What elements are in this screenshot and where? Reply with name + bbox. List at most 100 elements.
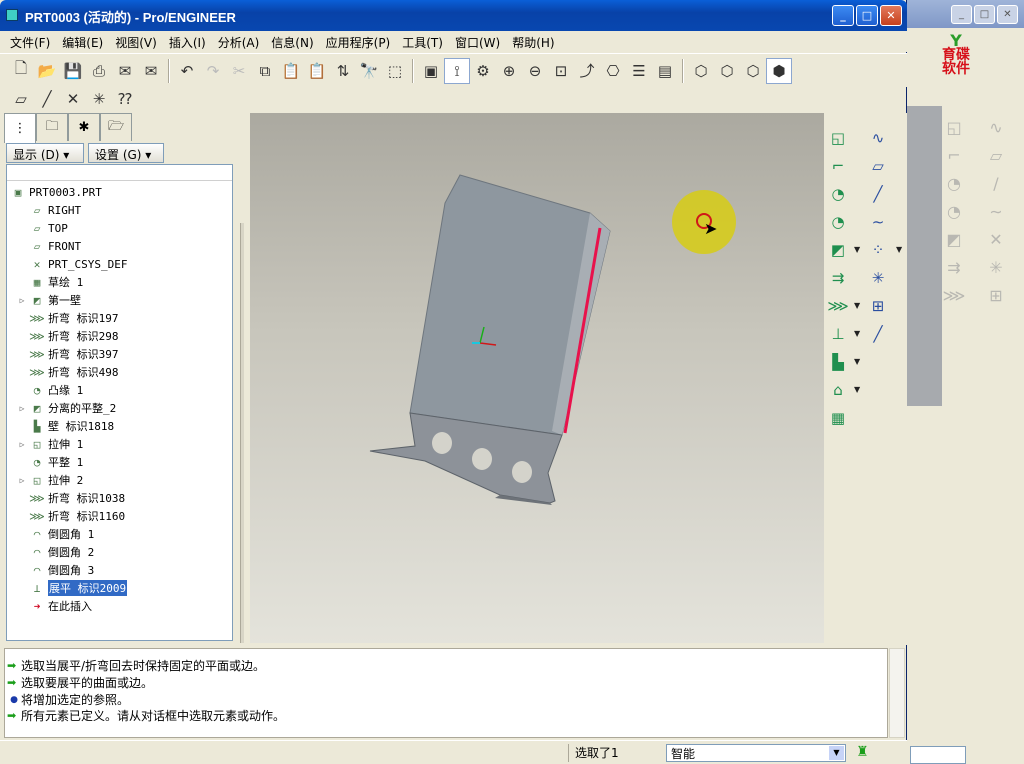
extend-icon[interactable]: ◔: [826, 211, 850, 233]
message-scrollbar[interactable]: [889, 648, 905, 738]
menu-analysis[interactable]: 分析(A): [212, 31, 266, 52]
navigator-splitter[interactable]: [236, 113, 248, 645]
tree-item[interactable]: ◠ 倒圆角 1: [17, 525, 95, 543]
tree-item[interactable]: ⊥ 展平 标识2009: [17, 579, 128, 597]
menu-tools[interactable]: 工具(T): [396, 31, 449, 52]
tab-connections[interactable]: 🗁: [100, 113, 132, 141]
analysis-icon[interactable]: ⊞: [866, 295, 890, 317]
refit-icon[interactable]: ⊡: [548, 58, 574, 84]
menu-insert[interactable]: 插入(I): [163, 31, 212, 52]
flat-pattern-icon[interactable]: ▦: [826, 407, 850, 429]
saved-views-icon[interactable]: ⎔: [600, 58, 626, 84]
maximize-icon[interactable]: □: [974, 5, 995, 24]
tree-item[interactable]: ▷ ◩ 第一壁: [17, 291, 81, 309]
tree-item[interactable]: ▱ TOP: [17, 219, 68, 237]
flat-wall-icon[interactable]: ◔: [826, 183, 850, 205]
maximize-button[interactable]: □: [856, 5, 878, 26]
new-icon[interactable]: 🗋: [8, 58, 34, 84]
datum-curve-icon[interactable]: ∼: [866, 211, 890, 233]
tree-item[interactable]: ⋙ 折弯 标识397: [17, 345, 118, 363]
tree-item[interactable]: ⋙ 折弯 标识498: [17, 363, 118, 381]
tab-model-tree[interactable]: ⋮: [4, 113, 36, 143]
tree-item[interactable]: ▣ PRT0003.PRT: [10, 183, 102, 201]
rip-icon[interactable]: ⇉: [826, 267, 850, 289]
chevron-down-icon[interactable]: ▼: [896, 245, 902, 254]
datum-point-icon[interactable]: ⁘: [866, 239, 890, 261]
print-icon[interactable]: ⎙: [86, 58, 112, 84]
close-icon[interactable]: ✕: [997, 5, 1018, 24]
tree-item[interactable]: ▱ FRONT: [17, 237, 81, 255]
tree-item[interactable]: ✕ PRT_CSYS_DEF: [17, 255, 128, 273]
tree-item[interactable]: ⋙ 折弯 标识1038: [17, 489, 125, 507]
context-help-icon[interactable]: ⁇: [112, 86, 138, 112]
tab-folder-browser[interactable]: 🗀: [36, 113, 68, 141]
menu-view[interactable]: 视图(V): [109, 31, 163, 52]
unattached-wall-icon[interactable]: ◩: [826, 239, 850, 261]
tree-item[interactable]: ▷ ◩ 分离的平整_2: [17, 399, 117, 417]
selection-filter-select[interactable]: 智能 ▼: [666, 744, 846, 762]
deform-area-icon[interactable]: ⌂: [826, 379, 850, 401]
expand-arrow-icon[interactable]: ▷: [17, 296, 27, 305]
spin-center-icon[interactable]: ⟟: [444, 57, 470, 84]
show-dropdown[interactable]: 显示 (D) ▾: [6, 143, 84, 163]
sash-handle[interactable]: [240, 223, 244, 643]
tab-favorites[interactable]: ✱: [68, 113, 100, 141]
datum-axis-display-icon[interactable]: ╱: [34, 86, 60, 112]
menu-window[interactable]: 窗口(W): [449, 31, 506, 52]
tree-item[interactable]: ➜ 在此插入: [17, 597, 92, 615]
reorient-icon[interactable]: ⤴: [574, 58, 600, 84]
datum-plane-icon[interactable]: ▱: [866, 155, 890, 177]
tree-item[interactable]: ▷ ◱ 拉伸 2: [17, 471, 84, 489]
chevron-down-icon[interactable]: ▼: [854, 385, 860, 394]
bend-icon[interactable]: ⋙: [826, 295, 850, 317]
paste-icon[interactable]: 📋: [278, 58, 304, 84]
tree-item[interactable]: ⋙ 折弯 标识1160: [17, 507, 125, 525]
minimize-icon[interactable]: _: [951, 5, 972, 24]
paste-special-icon[interactable]: 📋: [304, 58, 330, 84]
datum-plane-display-icon[interactable]: ▱: [8, 86, 34, 112]
chevron-down-icon[interactable]: ▼: [854, 301, 860, 310]
tree-item[interactable]: ▷ ◱ 拉伸 1: [17, 435, 84, 453]
tree-item[interactable]: ◠ 倒圆角 2: [17, 543, 95, 561]
menu-edit[interactable]: 编辑(E): [56, 31, 109, 52]
menu-help[interactable]: 帮助(H): [506, 31, 560, 52]
datum-point-display-icon[interactable]: ✕: [60, 86, 86, 112]
graphics-window[interactable]: ➤: [250, 113, 824, 643]
close-button[interactable]: ✕: [880, 5, 902, 26]
unbend-icon[interactable]: ⊥: [826, 323, 850, 345]
tree-item[interactable]: ▙ 壁 标识1818: [17, 417, 114, 435]
regenerate-icon[interactable]: ⇅: [330, 58, 356, 84]
csys-icon[interactable]: ✳: [866, 267, 890, 289]
settings-dropdown[interactable]: 设置 (G) ▾: [88, 143, 164, 163]
save-icon[interactable]: 💾: [60, 58, 86, 84]
chevron-down-icon[interactable]: ▼: [829, 746, 844, 760]
datum-axis-icon[interactable]: ╱: [866, 183, 890, 205]
redo-icon[interactable]: ↷: [200, 58, 226, 84]
edge-rip-icon[interactable]: ╱: [866, 323, 890, 345]
shading-icon[interactable]: ⬢: [766, 57, 792, 84]
wireframe-icon[interactable]: ⬡: [688, 58, 714, 84]
tree-item[interactable]: ⋙ 折弯 标识197: [17, 309, 118, 327]
view-manager-icon[interactable]: ▤: [652, 58, 678, 84]
open-icon[interactable]: 📂: [34, 58, 60, 84]
chevron-down-icon[interactable]: ▼: [854, 245, 860, 254]
cut-icon[interactable]: ✂: [226, 58, 252, 84]
bend-back-icon[interactable]: ▙: [826, 351, 850, 373]
email-link-icon[interactable]: ✉: [138, 58, 164, 84]
tree-item[interactable]: ◔ 凸缘 1: [17, 381, 84, 399]
expand-arrow-icon[interactable]: ▷: [17, 404, 27, 413]
menu-file[interactable]: 文件(F): [4, 31, 56, 52]
hidden-line-icon[interactable]: ⬡: [714, 58, 740, 84]
chevron-down-icon[interactable]: ▼: [854, 329, 860, 338]
expand-arrow-icon[interactable]: ▷: [17, 440, 27, 449]
chevron-down-icon[interactable]: ▼: [854, 357, 860, 366]
orient-mode-icon[interactable]: ⚙: [470, 58, 496, 84]
undo-icon[interactable]: ↶: [174, 58, 200, 84]
find-icon[interactable]: 🔭: [356, 58, 382, 84]
menu-applications[interactable]: 应用程序(P): [320, 31, 397, 52]
sketched-curve-icon[interactable]: ∿: [866, 127, 890, 149]
tree-item[interactable]: ⋙ 折弯 标识298: [17, 327, 118, 345]
tree-item[interactable]: ▱ RIGHT: [17, 201, 81, 219]
tree-item[interactable]: ◔ 平整 1: [17, 453, 84, 471]
tree-item[interactable]: ▦ 草绘 1: [17, 273, 84, 291]
